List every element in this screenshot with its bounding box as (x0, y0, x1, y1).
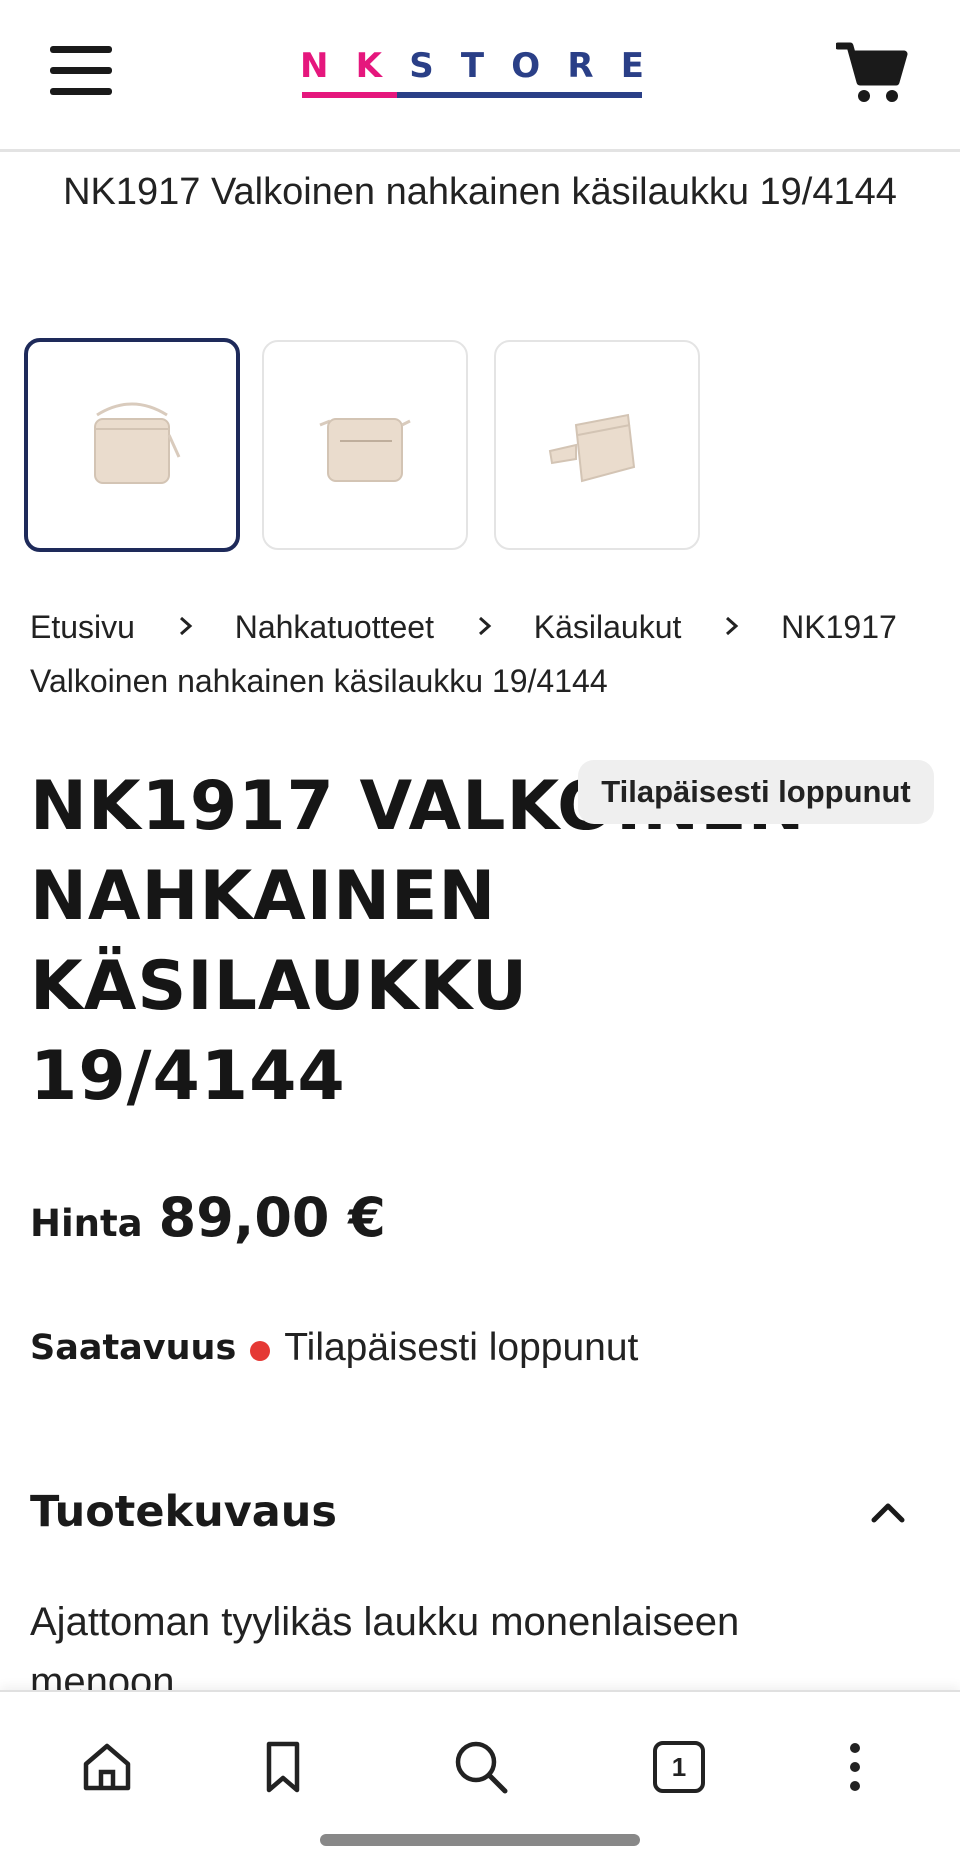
chevron-right-icon (478, 616, 492, 636)
chevron-up-icon[interactable] (866, 1490, 910, 1534)
thumbnail-1[interactable] (24, 338, 240, 552)
breadcrumb-handbags[interactable]: Käsilaukut (534, 609, 682, 645)
product-page: N K S T O R E NK1917 Valkoinen nahkainen… (0, 0, 960, 1860)
tab-count: 1 (653, 1741, 705, 1793)
handbag-front-image (94, 402, 181, 484)
nkstore-logo[interactable]: N K S T O R E (300, 48, 644, 100)
logo-underline (302, 92, 642, 98)
browser-bottom-bar: 1 (0, 1690, 960, 1860)
home-icon[interactable] (72, 1732, 142, 1802)
logo-letter: E (620, 46, 644, 86)
availability-row: Saatavuus Tilapäisesti loppunut (30, 1326, 638, 1370)
shopping-cart-icon[interactable] (834, 40, 908, 106)
logo-letter: K (355, 46, 383, 86)
breadcrumb: Etusivu Nahkatuotteet Käsilaukut NK1917 … (30, 600, 910, 708)
chevron-right-icon (179, 616, 193, 636)
search-icon[interactable] (446, 1732, 516, 1802)
status-badge: Tilapäisesti loppunut (578, 760, 934, 824)
handbag-side-image (548, 413, 636, 483)
tabs-icon[interactable]: 1 (644, 1732, 714, 1802)
section-title: Tuotekuvaus (30, 1487, 337, 1537)
price-row: Hinta 89,00 € (30, 1186, 386, 1249)
logo-letter: O (511, 46, 541, 86)
logo-letter: T (460, 46, 485, 86)
logo-letter: S (409, 46, 434, 86)
logo-letter: R (567, 46, 594, 86)
hamburger-menu-icon[interactable] (50, 46, 112, 98)
thumbnail-2[interactable] (262, 340, 468, 550)
availability-label: Saatavuus (30, 1328, 237, 1368)
site-header: N K S T O R E (0, 0, 960, 152)
breadcrumb-leather-goods[interactable]: Nahkatuotteet (235, 609, 434, 645)
description-accordion-header[interactable]: Tuotekuvaus (30, 1480, 910, 1544)
handbag-back-image (319, 418, 411, 482)
availability-value: Tilapäisesti loppunut (284, 1326, 639, 1369)
availability-status-dot (250, 1341, 271, 1361)
price-label: Hinta (30, 1202, 143, 1245)
bookmark-icon[interactable] (248, 1732, 318, 1802)
more-options-icon[interactable] (820, 1732, 890, 1802)
chevron-right-icon (726, 616, 739, 636)
home-indicator[interactable] (320, 1834, 640, 1846)
thumbnail-3[interactable] (494, 340, 700, 550)
breadcrumb-home[interactable]: Etusivu (30, 609, 135, 645)
page-title: NK1917 Valkoinen nahkainen käsilaukku 19… (63, 171, 897, 213)
logo-letter: N (300, 46, 329, 86)
price-value: 89,00 € (158, 1186, 386, 1249)
breadcrumb-current: NK1917 Valkoinen nahkainen käsilaukku 19… (30, 609, 897, 699)
